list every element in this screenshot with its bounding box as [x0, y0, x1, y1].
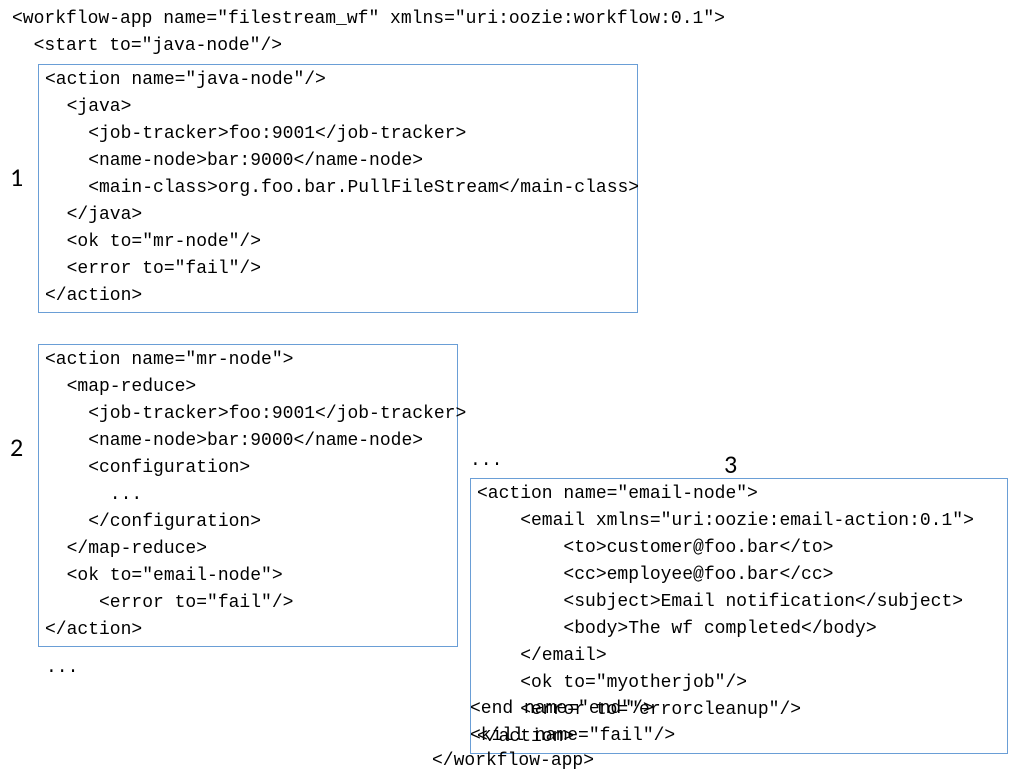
header-block: <workflow-app name="filestream_wf" xmlns… [12, 6, 725, 60]
code-line: <workflow-app name="filestream_wf" xmlns… [12, 6, 725, 33]
code-line: <kill name="fail"/> [470, 723, 675, 750]
code-line: </action> [45, 617, 451, 644]
code-line: <java> [45, 94, 631, 121]
code-line: <action name="email-node"> [477, 481, 1001, 508]
code-line: <ok to="mr-node"/> [45, 229, 631, 256]
code-line: </configuration> [45, 509, 451, 536]
code-box-mr-node: <action name="mr-node"> <map-reduce> <jo… [38, 344, 458, 647]
code-line: <name-node>bar:9000</name-node> [45, 148, 631, 175]
code-line: <configuration> [45, 455, 451, 482]
code-line: <error to="fail"/> [45, 590, 451, 617]
code-line: <to>customer@foo.bar</to> [477, 535, 1001, 562]
code-line: <ok to="myotherjob"/> [477, 670, 1001, 697]
code-line: <map-reduce> [45, 374, 451, 401]
code-line: <action name="java-node"/> [45, 67, 631, 94]
code-line: <email xmlns="uri:oozie:email-action:0.1… [477, 508, 1001, 535]
code-line: <error to="fail"/> [45, 256, 631, 283]
ellipsis: ... [46, 655, 78, 682]
code-line: <name-node>bar:9000</name-node> [45, 428, 451, 455]
code-line: </workflow-app> [432, 748, 594, 775]
ellipsis: ... [470, 448, 502, 475]
code-line: <cc>employee@foo.bar</cc> [477, 562, 1001, 589]
code-line: <job-tracker>foo:9001</job-tracker> [45, 401, 451, 428]
code-line: </action> [45, 283, 631, 310]
code-line: <subject>Email notification</subject> [477, 589, 1001, 616]
step-label-2: 2 [10, 428, 23, 467]
code-line: </email> [477, 643, 1001, 670]
footer-block: <end name="end"/> <kill name="fail"/> [470, 696, 675, 750]
code-line: <job-tracker>foo:9001</job-tracker> [45, 121, 631, 148]
code-line: </java> [45, 202, 631, 229]
code-line: <main-class>org.foo.bar.PullFileStream</… [45, 175, 631, 202]
code-line: </map-reduce> [45, 536, 451, 563]
code-line: <ok to="email-node"> [45, 563, 451, 590]
code-box-java-node: <action name="java-node"/> <java> <job-t… [38, 64, 638, 313]
code-line: ... [45, 482, 451, 509]
code-line: <body>The wf completed</body> [477, 616, 1001, 643]
code-line: <start to="java-node"/> [12, 33, 725, 60]
code-line: <end name="end"/> [470, 696, 675, 723]
step-label-1: 1 [10, 158, 23, 197]
code-line: <action name="mr-node"> [45, 347, 451, 374]
